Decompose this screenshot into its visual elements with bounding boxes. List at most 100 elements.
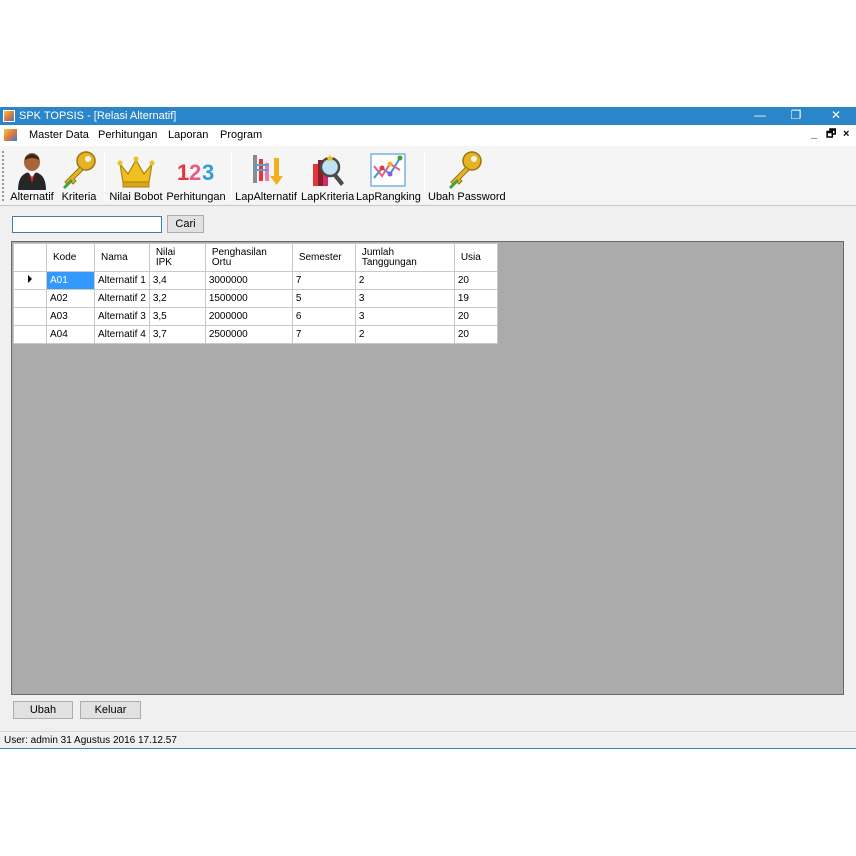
cell-nama[interactable]: Alternatif 1 [94,271,150,290]
svg-text:2: 2 [189,160,201,185]
toolbar-lapkriteria-label: LapKriteria [301,191,355,203]
svg-text:3: 3 [202,160,214,185]
table-header-row: Kode Nama Nilai IPK Penghasilan Ortu Sem… [13,243,498,272]
column-header[interactable]: Semester [291,243,356,272]
column-header[interactable]: Kode [46,243,95,272]
cell-nama[interactable]: Alternatif 2 [94,289,150,308]
cell-jumlah-tanggungan[interactable]: 2 [354,271,455,290]
minimize-button[interactable]: — [741,107,779,125]
toolbar-perhitungan-label: Perhitungan [166,191,226,203]
mdi-minimize-button[interactable]: _ [811,128,817,141]
menu-perhitungan[interactable]: Perhitungan [98,129,157,142]
cell-nilai-ipk[interactable]: 3,5 [148,307,206,326]
column-header[interactable]: Nama [94,243,150,272]
crown-icon [117,156,155,188]
cell-semester[interactable]: 6 [291,307,356,326]
relasi-alternatif-table: Kode Nama Nilai IPK Penghasilan Ortu Sem… [13,243,498,344]
cell-semester[interactable]: 7 [291,325,356,344]
cell-nilai-ipk[interactable]: 3,2 [148,289,206,308]
column-header[interactable]: Jumlah Tanggungan [354,243,455,272]
cell-jumlah-tanggungan[interactable]: 3 [354,289,455,308]
toolbar-separator [104,151,105,201]
cell-nilai-ipk[interactable]: 3,4 [148,271,206,290]
toolbar-separator [231,151,232,201]
cell-kode[interactable]: A03 [46,307,95,326]
cell-semester[interactable]: 5 [291,289,356,308]
toolbar-nilai-bobot-label: Nilai Bobot [109,191,163,203]
key-password-icon [449,151,482,189]
row-header[interactable] [13,289,47,308]
cell-usia[interactable]: 20 [453,307,498,326]
menu-bar: Master Data Perhitungan Laporan Program … [0,125,856,146]
cell-usia[interactable]: 20 [453,325,498,344]
cell-kode[interactable]: A02 [46,289,95,308]
cell-kode[interactable]: A01 [46,271,95,290]
cell-semester[interactable]: 7 [291,271,356,290]
cell-penghasilan-ortu[interactable]: 2000000 [204,307,293,326]
key-icon [63,151,96,189]
row-header-corner[interactable] [13,243,47,272]
table-row[interactable]: A01 Alternatif 1 3,4 3000000 7 2 20 [13,271,498,290]
cell-penghasilan-ortu[interactable]: 1500000 [204,289,293,308]
toolbar-laprangking-button[interactable]: LapRangking [356,148,421,204]
data-grid[interactable]: Kode Nama Nilai IPK Penghasilan Ortu Sem… [11,241,844,695]
column-header[interactable]: Nilai IPK [148,243,206,272]
app-window: SPK TOPSIS - [Relasi Alternatif] — ❐ ✕ M… [0,107,856,749]
mdi-child-icon[interactable] [4,129,17,141]
status-bar: User: admin 31 Agustus 2016 17.12.57 [0,731,856,749]
ubah-button[interactable]: Ubah [13,701,73,719]
title-bar[interactable]: SPK TOPSIS - [Relasi Alternatif] — ❐ ✕ [0,107,856,125]
cell-kode[interactable]: A04 [46,325,95,344]
row-header[interactable] [13,325,47,344]
person-icon [18,153,46,190]
svg-text:1: 1 [177,160,189,185]
app-icon [3,110,15,122]
numbers-123-icon: 1 2 3 [177,160,214,185]
toolbar-laprangking-label: LapRangking [356,191,421,203]
toolbar-grip[interactable] [2,151,5,201]
toolbar-kriteria-button[interactable]: Kriteria [58,148,100,204]
toolbar-lapkriteria-button[interactable]: LapKriteria [301,148,355,204]
row-header-current[interactable] [13,271,47,290]
cell-jumlah-tanggungan[interactable]: 3 [354,307,455,326]
maximize-button[interactable]: ❐ [777,107,815,125]
toolbar-nilai-bobot-button[interactable]: Nilai Bobot [108,148,164,204]
menu-program[interactable]: Program [220,129,262,142]
cell-usia[interactable]: 20 [453,271,498,290]
column-header[interactable]: Usia [453,243,498,272]
cell-nama[interactable]: Alternatif 3 [94,307,150,326]
toolbar-alternatif-button[interactable]: Alternatif [8,148,56,204]
toolbar-lapalternatif-button[interactable]: LapAlternatif [235,148,297,204]
mdi-restore-button[interactable]: 🗗 [826,128,836,141]
table-row[interactable]: A02 Alternatif 2 3,2 1500000 5 3 19 [13,289,498,308]
search-input[interactable] [12,216,162,233]
cell-nama[interactable]: Alternatif 4 [94,325,150,344]
menu-master-data[interactable]: Master Data [29,129,89,142]
row-header[interactable] [13,307,47,326]
menu-laporan[interactable]: Laporan [168,129,208,142]
cell-jumlah-tanggungan[interactable]: 2 [354,325,455,344]
toolbar: Alternatif Kriteria Nilai Bobot 1 2 3 Pe… [0,146,856,206]
magnifier-report-icon [313,154,344,186]
search-button[interactable]: Cari [167,215,204,233]
column-header[interactable]: Penghasilan Ortu [204,243,293,272]
toolbar-perhitungan-button[interactable]: 1 2 3 Perhitungan [166,148,226,204]
toolbar-separator [424,151,425,201]
table-row[interactable]: A03 Alternatif 3 3,5 2000000 6 3 20 [13,307,498,326]
toolbar-lapalternatif-label: LapAlternatif [235,191,297,203]
mdi-close-button[interactable]: × [843,128,849,141]
toolbar-ubah-password-label: Ubah Password [428,191,506,203]
toolbar-alternatif-label: Alternatif [10,191,54,203]
keluar-button[interactable]: Keluar [80,701,141,719]
window-title: SPK TOPSIS - [Relasi Alternatif] [19,110,177,122]
cell-penghasilan-ortu[interactable]: 2500000 [204,325,293,344]
cell-nilai-ipk[interactable]: 3,7 [148,325,206,344]
sort-report-icon [253,155,283,185]
current-row-arrow-icon [28,275,32,283]
status-text: User: admin 31 Agustus 2016 17.12.57 [4,735,177,746]
toolbar-ubah-password-button[interactable]: Ubah Password [428,148,506,204]
table-row[interactable]: A04 Alternatif 4 3,7 2500000 7 2 20 [13,325,498,344]
cell-usia[interactable]: 19 [453,289,498,308]
close-button[interactable]: ✕ [817,107,855,125]
cell-penghasilan-ortu[interactable]: 3000000 [204,271,293,290]
